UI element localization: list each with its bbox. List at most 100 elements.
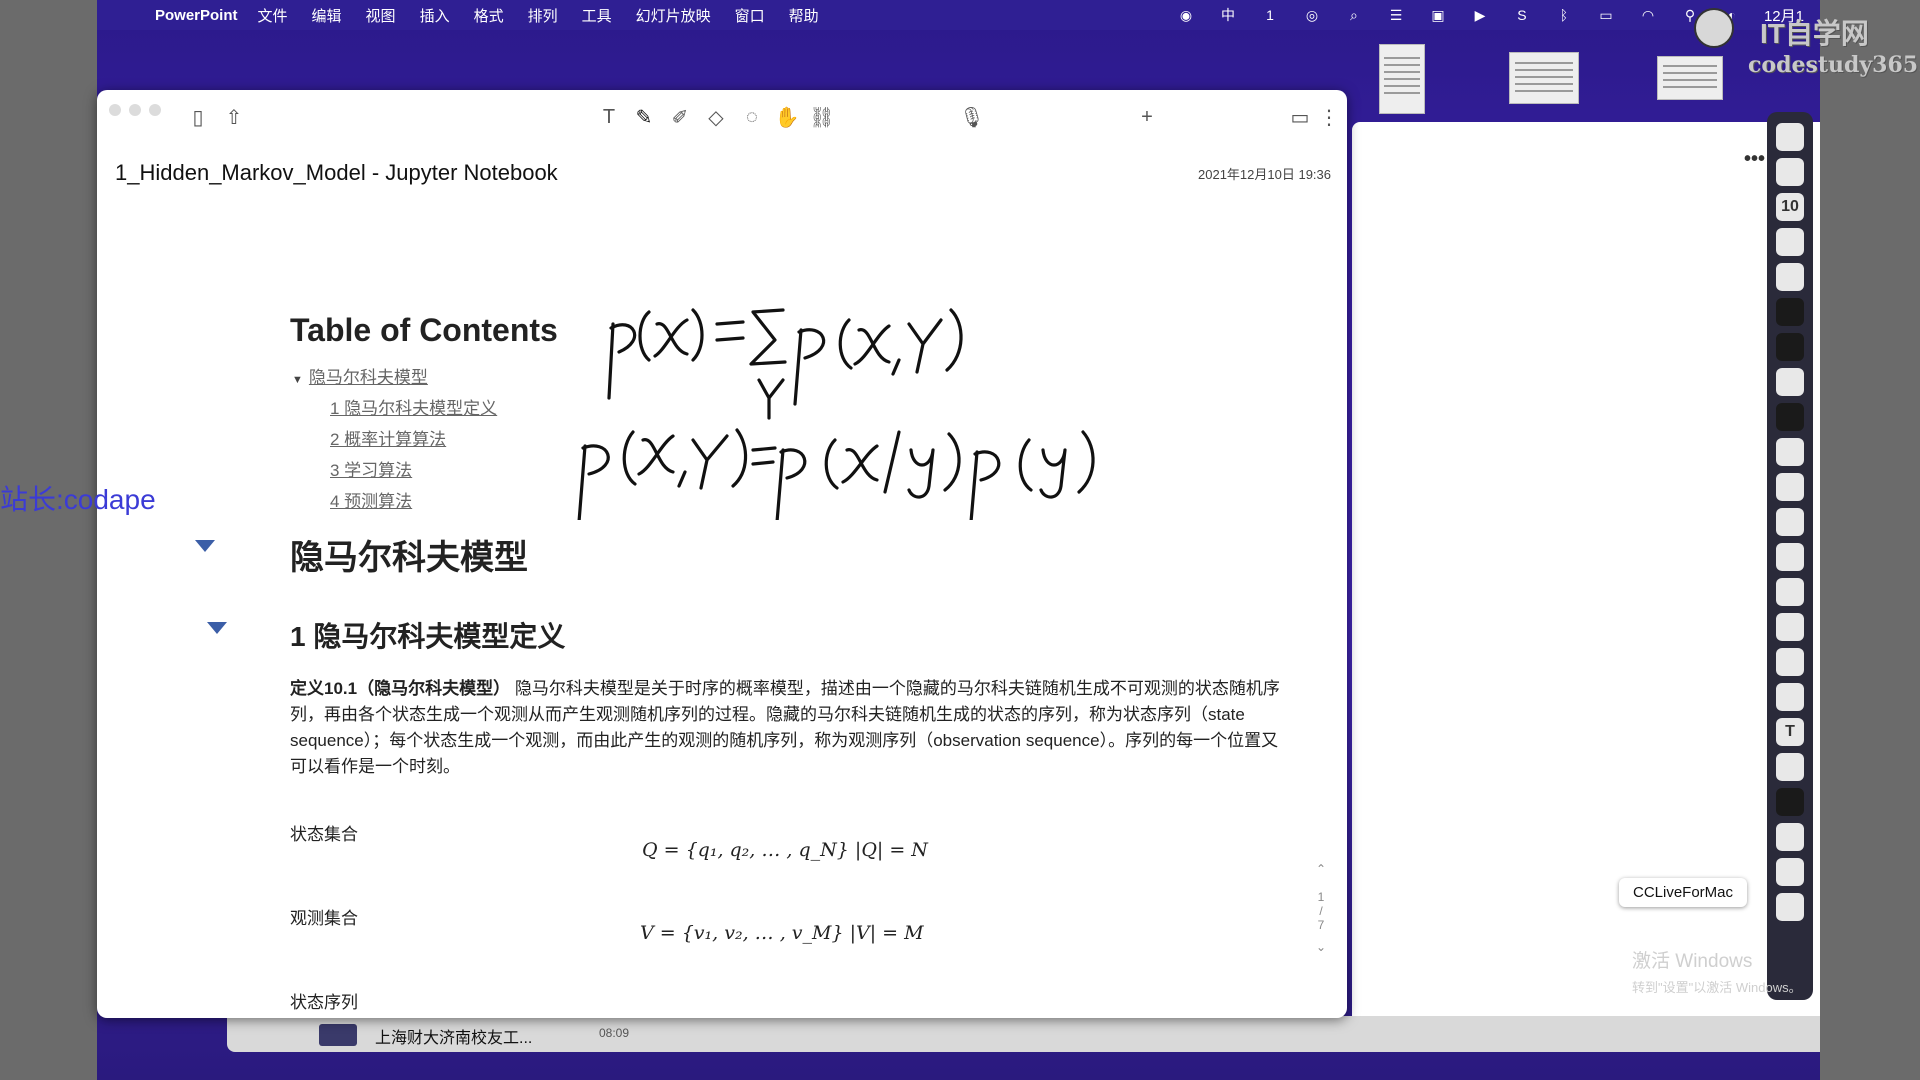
bluetooth-icon[interactable]: ᛒ — [1554, 7, 1574, 23]
stroke — [891, 358, 901, 376]
watermark: IT自学网 codestudy365.com — [1690, 4, 1920, 80]
dock-app-icon[interactable] — [1776, 403, 1804, 431]
elephant-icon[interactable]: ◎ — [1302, 7, 1322, 23]
desktop-file-thumbnail[interactable] — [1379, 44, 1425, 114]
taskbar-item[interactable]: 上海财大济南校友工... 08:09 — [227, 1016, 1820, 1052]
add-icon[interactable]: + — [1134, 104, 1160, 130]
dock-app-icon[interactable] — [1776, 228, 1804, 256]
battery-icon[interactable]: ▭ — [1596, 7, 1616, 23]
menu-slideshow[interactable]: 幻灯片放映 — [636, 5, 711, 26]
scroll-down-icon[interactable]: ⌄ — [1311, 940, 1331, 954]
input-method-indicator[interactable]: 中 — [1218, 7, 1238, 23]
play-icon[interactable]: ▶ — [1470, 7, 1490, 23]
page-scroller[interactable]: ⌃ 1 / 7 ⌄ — [1311, 862, 1331, 972]
wifi-icon[interactable]: ◠ — [1638, 7, 1658, 23]
pen-tool-icon[interactable]: ✎ — [631, 104, 657, 130]
zoom-window-button[interactable] — [149, 104, 161, 116]
microphone-icon[interactable]: 🎙 — [959, 104, 985, 130]
terminal-icon[interactable] — [1776, 788, 1804, 816]
clipboard-icon[interactable]: ▣ — [1428, 7, 1448, 23]
trash-icon[interactable] — [1776, 893, 1804, 921]
dock-app-icon[interactable] — [1776, 123, 1804, 151]
magnifier-app-icon[interactable]: ⌕ — [1344, 7, 1364, 23]
menu-format[interactable]: 格式 — [474, 5, 504, 26]
stroke — [731, 428, 748, 488]
dock-app-icon[interactable] — [1776, 648, 1804, 676]
dock-app-icon[interactable] — [1776, 263, 1804, 291]
dock-app-icon[interactable] — [1776, 368, 1804, 396]
toc-link[interactable]: 2 概率计算算法 — [330, 425, 497, 450]
desktop-label: 作 — [1730, 668, 1744, 684]
sync-icon[interactable]: S — [1512, 7, 1532, 23]
dock-app-icon[interactable] — [1776, 683, 1804, 711]
stack-icon[interactable]: ☰ — [1386, 7, 1406, 23]
scroll-up-icon[interactable]: ⌃ — [1311, 862, 1331, 876]
collapse-caret-icon[interactable] — [195, 540, 215, 552]
collapse-arrow-icon[interactable]: ▼ — [292, 374, 303, 386]
menu-edit[interactable]: 编辑 — [312, 5, 342, 26]
highlighter-tool-icon[interactable]: ✐ — [667, 104, 693, 130]
table-of-contents: ▼ 隐马尔科夫模型 1 隐马尔科夫模型定义 2 概率计算算法 3 学习算法 4 预… — [292, 363, 497, 518]
hand-tool-icon[interactable]: ✋ — [774, 104, 800, 130]
typora-icon[interactable]: T — [1776, 718, 1804, 746]
menu-file[interactable]: 文件 — [258, 5, 288, 26]
more-icon[interactable]: ⋮ — [1316, 104, 1342, 130]
page-view-icon[interactable]: ▭ — [1287, 104, 1313, 130]
side-note-overlay: 站长:codape — [0, 484, 156, 515]
stroke — [715, 320, 745, 342]
menu-window[interactable]: 窗口 — [735, 5, 765, 26]
share-icon[interactable]: ⇧ — [221, 104, 247, 130]
menu-view[interactable]: 视图 — [366, 5, 396, 26]
toc-link[interactable]: 1 隐马尔科夫模型定义 — [330, 394, 497, 419]
dock-app-icon[interactable] — [1776, 333, 1804, 361]
section-heading: 隐马尔科夫模型 — [290, 539, 528, 577]
word-icon[interactable] — [1776, 543, 1804, 571]
dock-app-icon[interactable] — [1776, 158, 1804, 186]
collapse-caret-icon[interactable] — [207, 622, 227, 634]
toc-link[interactable]: 3 学习算法 — [330, 456, 497, 481]
stroke — [841, 444, 879, 484]
menu-insert[interactable]: 插入 — [420, 5, 450, 26]
calendar-icon[interactable]: 10 — [1776, 193, 1804, 221]
desktop-file-thumbnail[interactable] — [1509, 52, 1579, 104]
stroke — [677, 470, 687, 488]
stroke — [749, 308, 787, 366]
app-name-menu[interactable]: PowerPoint — [155, 7, 238, 24]
link-tool-icon[interactable]: ⛓ — [809, 104, 835, 130]
menu-help[interactable]: 帮助 — [789, 5, 819, 26]
wechat-icon[interactable]: ◉ — [1176, 7, 1196, 23]
toc-link-root[interactable]: 隐马尔科夫模型 — [309, 368, 428, 387]
menu-tools[interactable]: 工具 — [582, 5, 612, 26]
right-frame — [1820, 0, 1920, 1080]
activate-title: 激活 Windows — [1632, 951, 1753, 972]
left-frame — [0, 0, 97, 1080]
stroke — [1039, 448, 1067, 499]
wechat-dock-icon[interactable] — [1776, 473, 1804, 501]
handwritten-equations — [577, 308, 1095, 520]
dock-app-icon[interactable] — [1776, 578, 1804, 606]
stroke — [824, 438, 839, 490]
lasso-tool-icon[interactable]: ◌ — [739, 104, 765, 130]
more-options-icon[interactable]: ••• — [1744, 148, 1765, 171]
vscode-icon[interactable] — [1776, 298, 1804, 326]
eraser-tool-icon[interactable]: ◇ — [703, 104, 729, 130]
dock-app-icon[interactable] — [1776, 823, 1804, 851]
stroke — [607, 322, 615, 400]
sidebar-toggle-icon[interactable]: ▯ — [185, 104, 211, 130]
badge-count[interactable]: 1 — [1260, 7, 1280, 23]
toc-link[interactable]: 4 预测算法 — [330, 487, 497, 512]
close-window-button[interactable] — [109, 104, 121, 116]
pen-icon[interactable] — [1776, 508, 1804, 536]
preview-icon[interactable] — [1776, 613, 1804, 641]
stroke — [797, 328, 826, 360]
stroke — [1077, 430, 1095, 494]
dock-app-icon[interactable] — [1776, 753, 1804, 781]
text-tool-icon[interactable]: T — [596, 104, 622, 130]
cclive-icon[interactable] — [1776, 858, 1804, 886]
menu-arrange[interactable]: 排列 — [528, 5, 558, 26]
qq-icon[interactable] — [1776, 438, 1804, 466]
stroke — [751, 446, 777, 466]
stroke — [883, 430, 901, 494]
definition-label: 定义10.1（隐马尔科夫模型） — [290, 679, 511, 698]
minimize-window-button[interactable] — [129, 104, 141, 116]
